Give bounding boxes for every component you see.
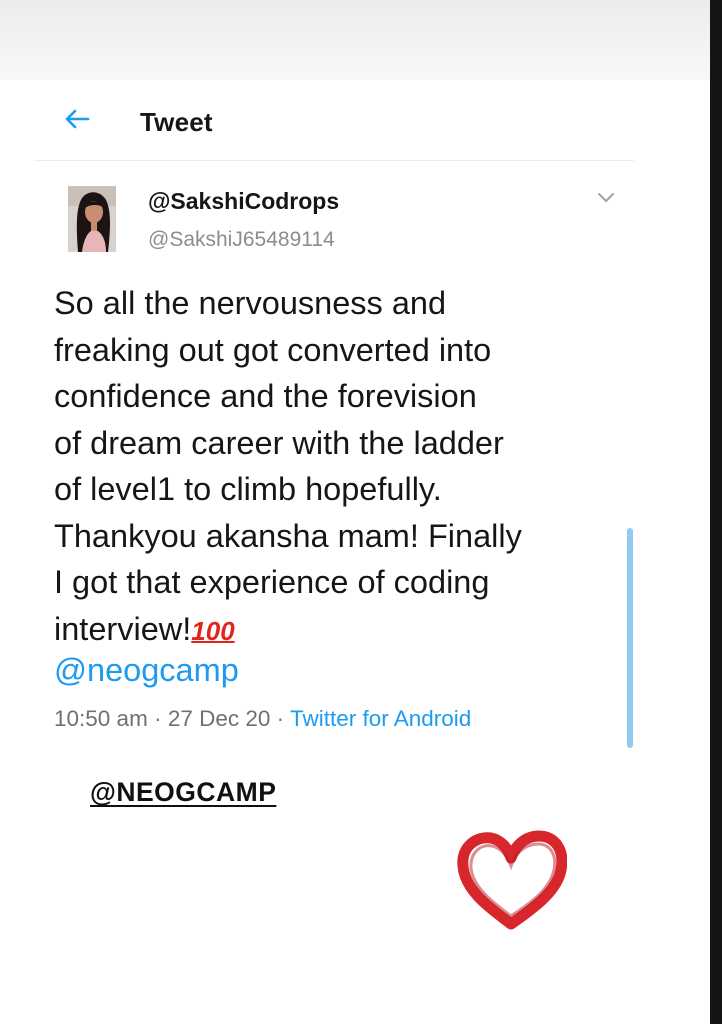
tweet-line-text: interview! (54, 610, 192, 647)
author-handle[interactable]: @SakshiJ65489114 (148, 228, 335, 252)
arrow-left-icon (65, 109, 90, 129)
scrollbar[interactable] (627, 528, 633, 748)
back-button[interactable] (62, 104, 92, 134)
tweet-line: of level1 to climb hopefully. (54, 471, 442, 507)
tweet-line: I got that experience of coding (54, 564, 490, 600)
tweet-line: interview!100 (54, 606, 614, 655)
tweet-line: of dream career with the ladder (54, 424, 504, 461)
avatar-image (68, 186, 116, 252)
tweet-body: So all the nervousness and freaking out … (54, 280, 614, 654)
heart-icon (457, 830, 567, 930)
tweet-source-link[interactable]: Twitter for Android (290, 706, 471, 731)
tweet-date: 27 Dec 20 (167, 706, 271, 731)
tweet-time: 10:50 am (54, 706, 148, 731)
tweet-line: So all the nervousness and (54, 285, 447, 321)
avatar[interactable] (68, 186, 116, 252)
tweet-line: confidence and the forevision (54, 378, 477, 414)
tweet-metadata: 10:50 am · 27 Dec 20 · Twitter for Andro… (54, 706, 471, 732)
top-background (0, 0, 710, 80)
meta-separator: · (147, 706, 168, 731)
page-title: Tweet (140, 107, 213, 137)
tweet-menu-button[interactable] (594, 188, 618, 208)
mention-link[interactable]: @neogcamp (54, 652, 239, 689)
tweet-card: Tweet @SakshiCodrops @SakshiJ65489114 So… (34, 82, 634, 752)
overlay-handle-text: @NEOGCAMP (90, 777, 277, 807)
chevron-down-icon (598, 193, 614, 202)
meta-separator: · (270, 706, 290, 731)
tweet-header: Tweet (34, 82, 634, 161)
hundred-points-icon: 100 (191, 615, 235, 646)
right-edge-bar (710, 0, 722, 1024)
tweet-line: freaking out got converted into (54, 331, 492, 368)
tweet-line: Thankyou akansha mam! Finally (54, 517, 522, 554)
author-display-name[interactable]: @SakshiCodrops (148, 188, 339, 215)
